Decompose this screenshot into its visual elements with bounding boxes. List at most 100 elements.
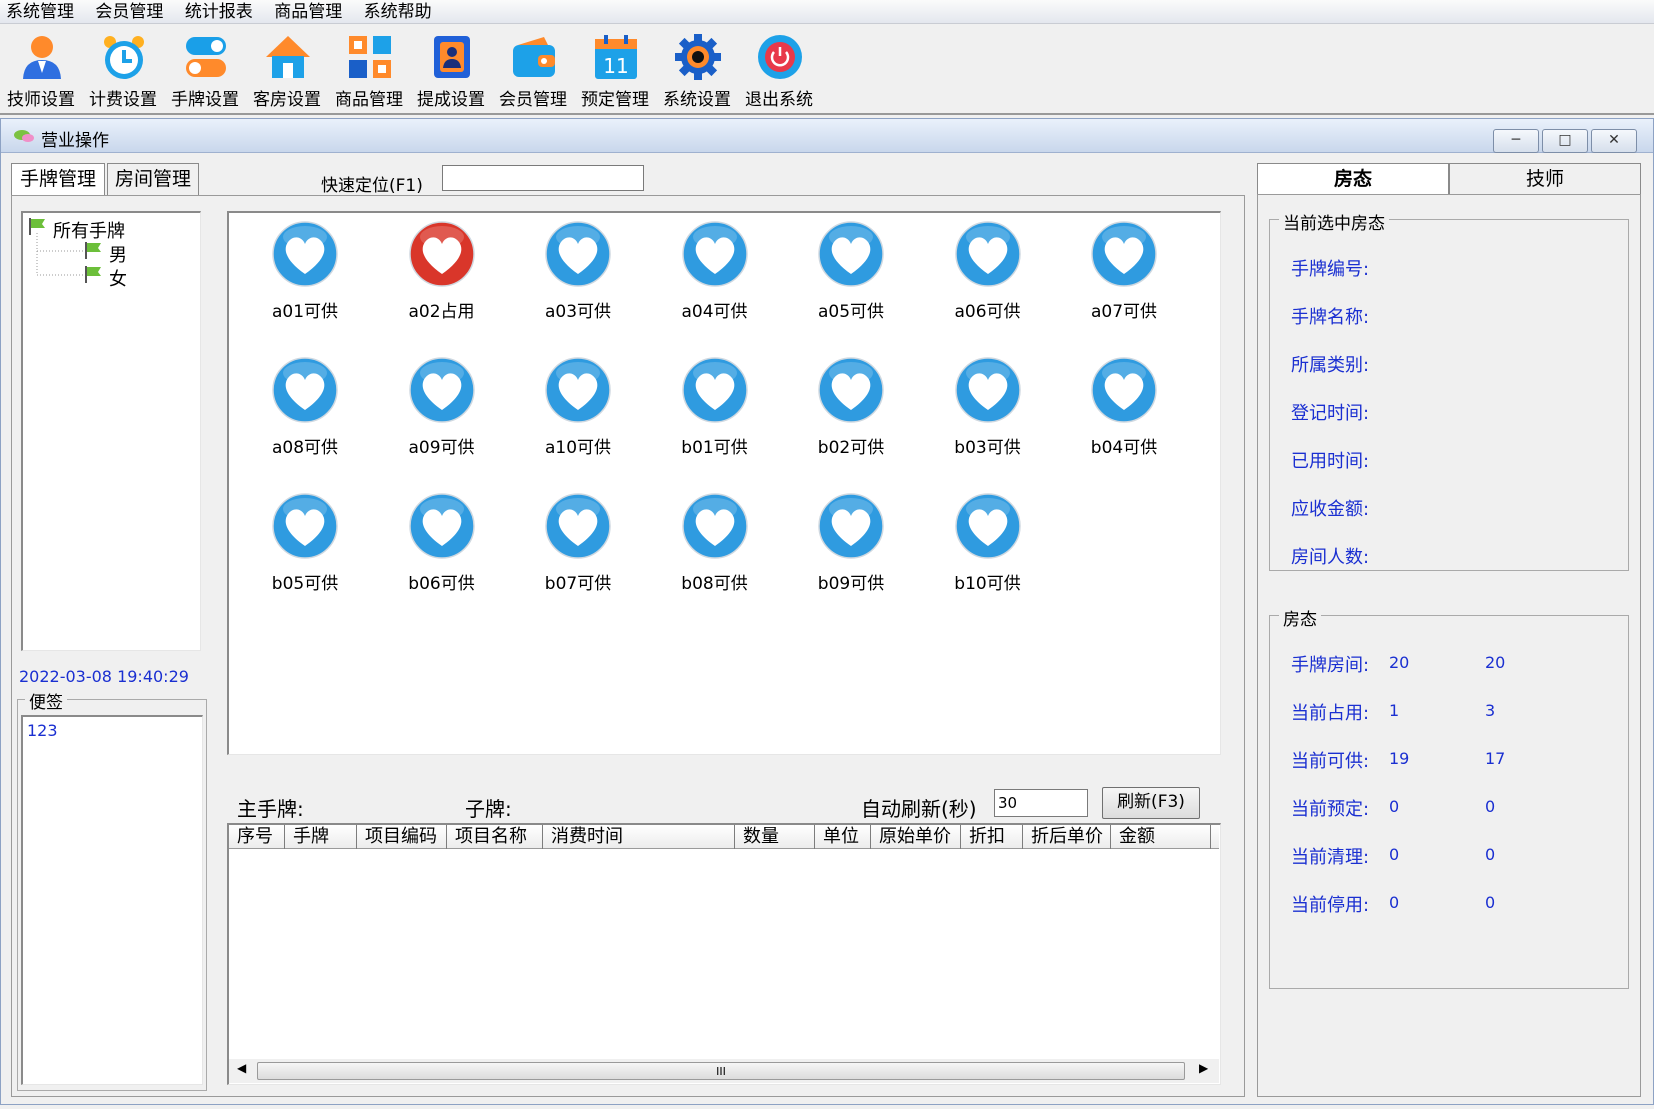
tag-tree[interactable]: 所有手牌 男 女 <box>21 211 201 651</box>
menu-system[interactable]: 系统管理 <box>0 0 80 24</box>
grid-column-header[interactable]: 序号 <box>229 825 285 849</box>
tab-hand-tag-management[interactable]: 手牌管理 <box>11 163 105 196</box>
toolbar-handtag-button[interactable]: 手牌设置 <box>164 25 246 115</box>
hand-tag-available[interactable]: a04可供 <box>655 219 775 339</box>
auto-refresh-label: 自动刷新(秒) <box>861 797 977 821</box>
room-status-value-2: 20 <box>1485 653 1506 672</box>
hand-tag-available[interactable]: a08可供 <box>245 355 365 475</box>
grid-column-header[interactable]: 项目名称 <box>447 825 543 849</box>
hand-tag-available[interactable]: a07可供 <box>1064 219 1184 339</box>
heart-icon <box>818 493 884 559</box>
field-room-people: 房间人数: <box>1291 547 1370 568</box>
technician-icon <box>23 36 61 79</box>
heart-icon <box>954 221 1021 287</box>
grid-column-header[interactable]: 金额 <box>1111 825 1211 849</box>
hand-tag-available[interactable]: b04可供 <box>1064 355 1184 475</box>
alarm-clock-icon <box>104 36 144 79</box>
hand-tag-label: b09可供 <box>817 574 885 594</box>
toolbar-billing-button[interactable]: 计费设置 <box>82 25 164 115</box>
heart-icon <box>408 357 475 423</box>
grid-column-header[interactable]: 消费时间 <box>543 825 735 849</box>
toolbar-label: 技师设置 <box>7 90 75 110</box>
refresh-button[interactable]: 刷新(F3) <box>1102 787 1200 819</box>
hand-tag-available[interactable]: a01可供 <box>245 219 365 339</box>
hand-tag-label: b04可供 <box>1090 438 1158 458</box>
toolbar-settings-button[interactable]: 系统设置 <box>656 25 738 115</box>
flag-icon <box>85 242 101 259</box>
close-button[interactable]: ✕ <box>1591 129 1637 153</box>
tab-room-status[interactable]: 房态 <box>1257 163 1449 196</box>
scroll-thumb-grip: III <box>716 1065 726 1078</box>
hand-tag-label: b10可供 <box>954 574 1021 594</box>
window-leaf-icon <box>14 130 34 142</box>
menu-bar: 系统管理 会员管理 统计报表 商品管理 系统帮助 <box>0 0 1654 24</box>
toolbar-technician-button[interactable]: 技师设置 <box>0 25 82 115</box>
tree-node-female[interactable]: 女 <box>109 265 127 291</box>
main-tag-label: 主手牌: <box>237 797 304 821</box>
quick-locate-label: 快速定位(F1) <box>321 176 423 196</box>
field-category: 所属类别: <box>1291 355 1370 376</box>
hand-tag-label: b01可供 <box>681 438 748 458</box>
menu-goods[interactable]: 商品管理 <box>268 0 348 24</box>
grid-column-header[interactable]: 原始单价 <box>871 825 961 849</box>
hand-tag-available[interactable]: b03可供 <box>928 355 1048 475</box>
grid-column-header[interactable]: 折扣 <box>961 825 1023 849</box>
menu-reports[interactable]: 统计报表 <box>179 0 259 24</box>
room-status-value: 0 <box>1389 797 1400 816</box>
tab-room-management[interactable]: 房间管理 <box>107 163 199 196</box>
toolbar-commission-button[interactable]: 提成设置 <box>410 25 492 115</box>
flag-icon <box>29 218 45 235</box>
grid-column-header[interactable]: 数量 <box>735 825 815 849</box>
scroll-left-icon[interactable]: ◀ <box>237 1061 246 1075</box>
field-tag-number: 手牌编号: <box>1291 259 1370 280</box>
maximize-button[interactable]: □ <box>1542 129 1588 153</box>
hand-tag-available[interactable]: a06可供 <box>928 219 1048 339</box>
grid-column-header[interactable]: 折后单价 <box>1023 825 1111 849</box>
toolbar-reservation-button[interactable]: 11 预定管理 <box>574 25 656 115</box>
hand-tag-available[interactable]: b10可供 <box>928 491 1048 611</box>
hand-tag-available[interactable]: b05可供 <box>245 491 365 611</box>
toolbar: 技师设置 计费设置 手牌设置 客房设置 商品管理 提成设置 会员管理 11 预定… <box>0 25 1654 115</box>
hand-tag-occupied[interactable]: a02占用 <box>382 219 502 339</box>
grid-column-header[interactable]: 单位 <box>815 825 871 849</box>
hand-tag-available[interactable]: b08可供 <box>655 491 775 611</box>
toolbar-label: 手牌设置 <box>171 90 239 110</box>
toolbar-goods-button[interactable]: 商品管理 <box>328 25 410 115</box>
hand-tag-available[interactable]: a09可供 <box>382 355 502 475</box>
hand-tag-label: b08可供 <box>681 574 748 594</box>
hand-tag-available[interactable]: b09可供 <box>791 491 911 611</box>
toolbar-member-button[interactable]: 会员管理 <box>492 25 574 115</box>
tree-node-male[interactable]: 男 <box>109 241 127 267</box>
hand-tag-available[interactable]: b07可供 <box>518 491 638 611</box>
scroll-right-icon[interactable]: ▶ <box>1199 1061 1208 1075</box>
hand-tag-label: a05可供 <box>817 302 885 322</box>
quick-locate-input[interactable] <box>442 165 644 191</box>
hand-tag-available[interactable]: b01可供 <box>655 355 775 475</box>
auto-refresh-input[interactable] <box>994 789 1088 817</box>
hand-tag-available[interactable]: a03可供 <box>518 219 638 339</box>
memo-textarea[interactable]: 123 <box>21 715 203 1085</box>
grid-column-header[interactable]: 手牌 <box>285 825 357 849</box>
tree-root[interactable]: 所有手牌 <box>53 217 125 243</box>
hand-tag-available[interactable]: a10可供 <box>518 355 638 475</box>
menu-member[interactable]: 会员管理 <box>89 0 169 24</box>
hand-tag-available[interactable]: b06可供 <box>382 491 502 611</box>
room-status-label: 当前可供: <box>1291 751 1370 772</box>
toolbar-room-button[interactable]: 客房设置 <box>246 25 328 115</box>
grid-column-header[interactable]: 项目编码 <box>357 825 447 849</box>
window-title-bar[interactable]: 营业操作 ─ □ ✕ <box>1 119 1653 153</box>
hand-tag-available[interactable]: a05可供 <box>791 219 911 339</box>
horizontal-scrollbar[interactable]: ◀ III ▶ <box>229 1059 1219 1083</box>
toolbar-exit-button[interactable]: 退出系统 <box>738 25 820 115</box>
room-status-label: 当前清理: <box>1291 847 1370 868</box>
consumption-grid[interactable]: 序号 手牌 项目编码 项目名称 消费时间 数量 单位 原始单价 折扣 折后单价 金额 ◀ III ▶ <box>227 823 1221 1085</box>
tab-technician[interactable]: 技师 <box>1449 163 1641 196</box>
menu-help[interactable]: 系统帮助 <box>358 0 438 24</box>
scroll-thumb[interactable]: III <box>257 1062 1185 1080</box>
hand-tag-available[interactable]: b02可供 <box>791 355 911 475</box>
minimize-button[interactable]: ─ <box>1493 129 1539 153</box>
hand-tag-label: a04可供 <box>681 302 748 322</box>
heart-icon <box>545 493 611 559</box>
room-status-value: 0 <box>1389 893 1400 912</box>
memo-title: 便签 <box>25 688 67 713</box>
